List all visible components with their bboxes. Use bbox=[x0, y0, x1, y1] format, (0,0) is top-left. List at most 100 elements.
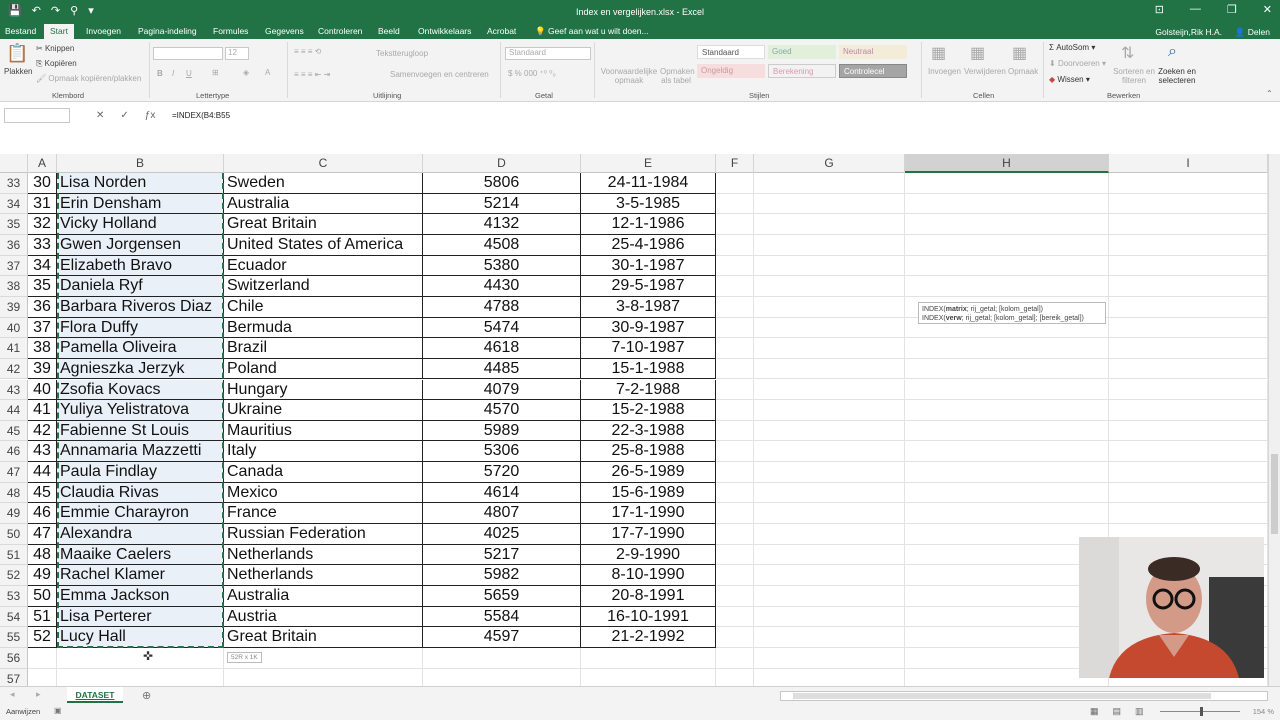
cell-d[interactable]: 5659 bbox=[423, 586, 581, 607]
insert-cells-icon[interactable]: ▦ bbox=[931, 43, 946, 63]
cell-e[interactable]: 30-1-1987 bbox=[581, 255, 716, 277]
user-name[interactable]: Golsteijn,Rik H.A. bbox=[1155, 27, 1222, 37]
tab-view[interactable]: Beeld bbox=[378, 26, 400, 36]
format-cells-icon[interactable]: ▦ bbox=[1012, 43, 1027, 63]
cell-e[interactable]: 15-2-1988 bbox=[581, 400, 716, 421]
cell-h[interactable] bbox=[905, 214, 1109, 235]
cell-h[interactable] bbox=[905, 400, 1109, 421]
cell-c[interactable]: Bermuda bbox=[224, 317, 423, 339]
row-header[interactable]: 47 bbox=[0, 462, 28, 483]
cell-c[interactable]: Mexico bbox=[224, 482, 423, 504]
cell-e[interactable]: 8-10-1990 bbox=[581, 565, 716, 586]
cell-a[interactable]: 44 bbox=[28, 462, 57, 483]
cell-a[interactable]: 32 bbox=[28, 214, 57, 235]
cell-h[interactable] bbox=[905, 234, 1109, 256]
cell-e[interactable]: 15-6-1989 bbox=[581, 482, 716, 504]
cell-h[interactable] bbox=[905, 441, 1109, 463]
cell-c[interactable]: Austria bbox=[224, 606, 423, 628]
cell-c[interactable]: Ukraine bbox=[224, 400, 423, 421]
add-sheet-icon[interactable]: ⊕ bbox=[142, 689, 151, 702]
cell-e[interactable]: 20-8-1991 bbox=[581, 586, 716, 607]
cell-f[interactable] bbox=[716, 647, 754, 669]
cell-a[interactable] bbox=[28, 647, 57, 669]
fill-button[interactable]: ⬇ Doorvoeren ▾ bbox=[1049, 59, 1106, 68]
tooltip-line-matrix[interactable]: INDEX(matrix; rij_getal; [kolom_getal]) bbox=[922, 305, 1102, 314]
cell-a[interactable]: 48 bbox=[28, 544, 57, 566]
cell-g[interactable] bbox=[754, 276, 905, 297]
cell-f[interactable] bbox=[716, 565, 754, 586]
cell-i[interactable] bbox=[1109, 317, 1268, 339]
cell-g[interactable] bbox=[754, 544, 905, 566]
cell-b[interactable]: Claudia Rivas bbox=[57, 482, 224, 504]
cell-c[interactable]: Chile bbox=[224, 296, 423, 318]
style-good[interactable]: Goed bbox=[768, 45, 836, 59]
cell-c[interactable]: Great Britain bbox=[224, 214, 423, 235]
close-icon[interactable]: ✕ bbox=[1263, 3, 1272, 16]
cell-c[interactable] bbox=[224, 668, 423, 686]
align-left-icon[interactable]: ≡ ≡ ≡ ⇤ ⇥ bbox=[294, 70, 330, 79]
normal-view-icon[interactable]: ▦ bbox=[1090, 706, 1099, 717]
tab-review[interactable]: Controleren bbox=[318, 26, 362, 36]
cell-f[interactable] bbox=[716, 482, 754, 504]
conditional-formatting-button[interactable]: Voorwaardelijke opmaak bbox=[600, 67, 658, 85]
cell-i[interactable] bbox=[1109, 441, 1268, 463]
cell-a[interactable]: 38 bbox=[28, 338, 57, 359]
cell-e[interactable]: 7-2-1988 bbox=[581, 379, 716, 401]
cell-b[interactable]: Barbara Riveros Diaz bbox=[57, 296, 224, 318]
cell-b[interactable]: Emma Jackson bbox=[57, 586, 224, 607]
cell-f[interactable] bbox=[716, 234, 754, 256]
format-as-table-button[interactable]: Opmaken als tabel bbox=[660, 67, 695, 85]
cell-a[interactable]: 34 bbox=[28, 255, 57, 277]
cell-g[interactable] bbox=[754, 503, 905, 525]
row-header[interactable]: 36 bbox=[0, 234, 28, 256]
find-icon[interactable]: ⌕ bbox=[1168, 43, 1177, 61]
cell-a[interactable]: 35 bbox=[28, 276, 57, 297]
cell-h[interactable] bbox=[905, 255, 1109, 277]
cell-h[interactable] bbox=[905, 276, 1109, 297]
paste-button[interactable]: Plakken bbox=[4, 67, 32, 76]
cell-a[interactable]: 42 bbox=[28, 420, 57, 442]
tab-insert[interactable]: Invoegen bbox=[86, 26, 121, 36]
cell-i[interactable] bbox=[1109, 173, 1268, 194]
italic-button[interactable]: I bbox=[172, 69, 174, 78]
sort-filter-button[interactable]: Sorteren en filteren bbox=[1110, 67, 1158, 85]
cell-i[interactable] bbox=[1109, 338, 1268, 359]
cell-d[interactable]: 5214 bbox=[423, 193, 581, 215]
cell-c[interactable]: Australia bbox=[224, 586, 423, 607]
cell-i[interactable] bbox=[1109, 214, 1268, 235]
sort-filter-icon[interactable]: ⇅ bbox=[1121, 43, 1134, 63]
cell-c[interactable]: Great Britain bbox=[224, 627, 423, 648]
cell-h[interactable] bbox=[905, 420, 1109, 442]
copy-button[interactable]: ⎘ Kopiëren bbox=[36, 59, 77, 69]
format-painter-button[interactable]: 🖌 Opmaak kopiëren/plakken bbox=[36, 74, 141, 83]
cell-f[interactable] bbox=[716, 296, 754, 318]
delete-cells-button[interactable]: Verwijderen bbox=[964, 67, 1006, 76]
cell-g[interactable] bbox=[754, 668, 905, 686]
cell-b[interactable]: Rachel Klamer bbox=[57, 565, 224, 586]
cell-f[interactable] bbox=[716, 606, 754, 628]
tooltip-line-ref[interactable]: INDEX(verw; rij_getal; [kolom_getal]; [b… bbox=[922, 314, 1102, 323]
cell-a[interactable]: 40 bbox=[28, 379, 57, 401]
style-neutral[interactable]: Neutraal bbox=[839, 45, 907, 59]
cell-g[interactable] bbox=[754, 627, 905, 648]
cell-h[interactable] bbox=[905, 482, 1109, 504]
insert-function-icon[interactable]: ƒx bbox=[145, 110, 156, 121]
cancel-icon[interactable]: ✕ bbox=[96, 110, 104, 121]
cell-b[interactable]: Vicky Holland bbox=[57, 214, 224, 235]
cell-i[interactable] bbox=[1109, 358, 1268, 380]
cell-g[interactable] bbox=[754, 358, 905, 380]
paste-icon[interactable]: 📋 bbox=[6, 43, 28, 64]
cell-d[interactable]: 4807 bbox=[423, 503, 581, 525]
row-header[interactable]: 37 bbox=[0, 255, 28, 277]
cell-c[interactable]: Russian Federation bbox=[224, 524, 423, 545]
fill-color-icon[interactable]: ◈ bbox=[243, 68, 249, 77]
cell-e[interactable]: 3-5-1985 bbox=[581, 193, 716, 215]
cell-h[interactable] bbox=[905, 173, 1109, 194]
cell-h[interactable] bbox=[905, 358, 1109, 380]
font-name-select[interactable] bbox=[153, 47, 223, 60]
share-button[interactable]: 👤 Delen bbox=[1235, 27, 1270, 38]
horizontal-scroll-thumb[interactable] bbox=[793, 693, 1211, 699]
row-header[interactable]: 42 bbox=[0, 358, 28, 380]
cell-b[interactable]: Flora Duffy bbox=[57, 317, 224, 339]
cell-i[interactable] bbox=[1109, 296, 1268, 318]
